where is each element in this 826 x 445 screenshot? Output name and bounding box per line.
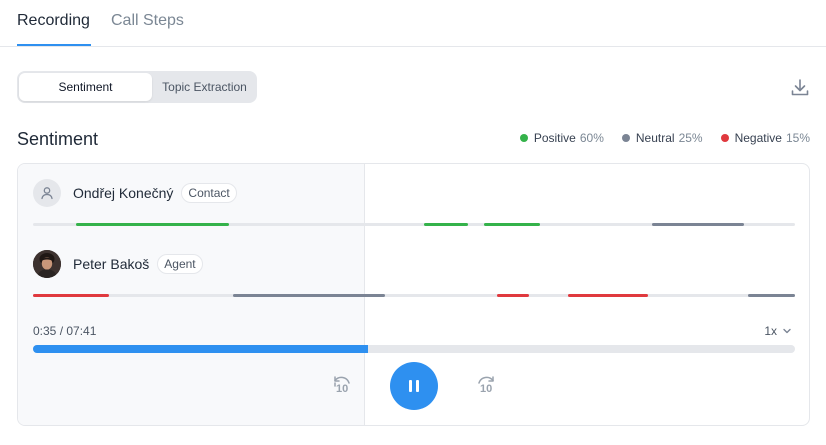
playback-speed-value: 1x [764, 324, 777, 338]
view-toggle: Sentiment Topic Extraction [17, 71, 257, 103]
agent-sentiment-track[interactable] [33, 294, 795, 297]
negative-dot-icon [720, 134, 729, 142]
sentiment-toggle-button[interactable]: Sentiment [19, 73, 152, 101]
contact-sentiment-track[interactable] [33, 223, 795, 226]
neutral-segment [748, 294, 795, 297]
role-badge: Agent [157, 254, 203, 274]
legend-negative: Negative 15% [720, 131, 810, 145]
legend-negative-label: Negative [734, 131, 782, 145]
legend-negative-percent: 15% [785, 131, 810, 145]
skip-forward-label: 10 [480, 383, 493, 395]
negative-segment [568, 294, 648, 297]
speaker-contact: Ondřej Konečný Contact [33, 179, 237, 207]
role-badge: Contact [181, 183, 237, 203]
speaker-name: Peter Bakoš [73, 256, 150, 272]
section-title: Sentiment [17, 129, 99, 149]
tab-bar: Recording Call Steps [0, 0, 826, 47]
playback-progress-bar[interactable] [33, 345, 795, 353]
positive-segment [484, 223, 540, 226]
speaker-name: Ondřej Konečný [73, 185, 174, 201]
neutral-segment [233, 294, 385, 297]
skip-back-button[interactable]: 10 [330, 374, 354, 398]
pause-icon [409, 380, 419, 392]
neutral-dot-icon [621, 134, 630, 142]
skip-back-label: 10 [336, 383, 349, 395]
avatar [33, 250, 61, 278]
avatar [33, 179, 61, 207]
speaker-agent: Peter Bakoš Agent [33, 250, 203, 278]
skip-forward-button[interactable]: 10 [474, 374, 498, 398]
download-icon [791, 79, 809, 96]
topic-extraction-toggle-button[interactable]: Topic Extraction [154, 73, 255, 101]
playback-time: 0:35 / 07:41 [33, 324, 97, 338]
positive-segment [76, 223, 229, 226]
legend-positive-percent: 60% [579, 131, 604, 145]
tab-call-steps[interactable]: Call Steps [111, 12, 184, 30]
positive-segment [424, 223, 468, 226]
download-button[interactable] [789, 77, 811, 99]
active-tab-indicator [17, 44, 91, 46]
tab-recording[interactable]: Recording [17, 12, 90, 30]
user-icon [41, 187, 53, 200]
legend-positive: Positive 60% [519, 131, 604, 145]
legend-neutral: Neutral 25% [621, 131, 703, 145]
positive-dot-icon [519, 134, 528, 142]
negative-segment [33, 294, 109, 297]
chevron-down-icon [783, 328, 791, 334]
neutral-segment [652, 223, 744, 226]
legend-neutral-percent: 25% [678, 131, 703, 145]
negative-segment [497, 294, 529, 297]
legend-neutral-label: Neutral [635, 131, 675, 145]
sentiment-player-card: Ondřej Konečný Contact Peter Bakoš Agent… [17, 163, 810, 426]
sentiment-legend: Positive 60% Neutral 25% Negative 15% [502, 131, 810, 145]
playback-speed-select[interactable]: 1x [764, 324, 793, 338]
pause-button[interactable] [390, 362, 438, 410]
agent-avatar-photo-icon [33, 250, 61, 278]
legend-positive-label: Positive [533, 131, 576, 145]
playback-progress-fill [33, 345, 369, 353]
